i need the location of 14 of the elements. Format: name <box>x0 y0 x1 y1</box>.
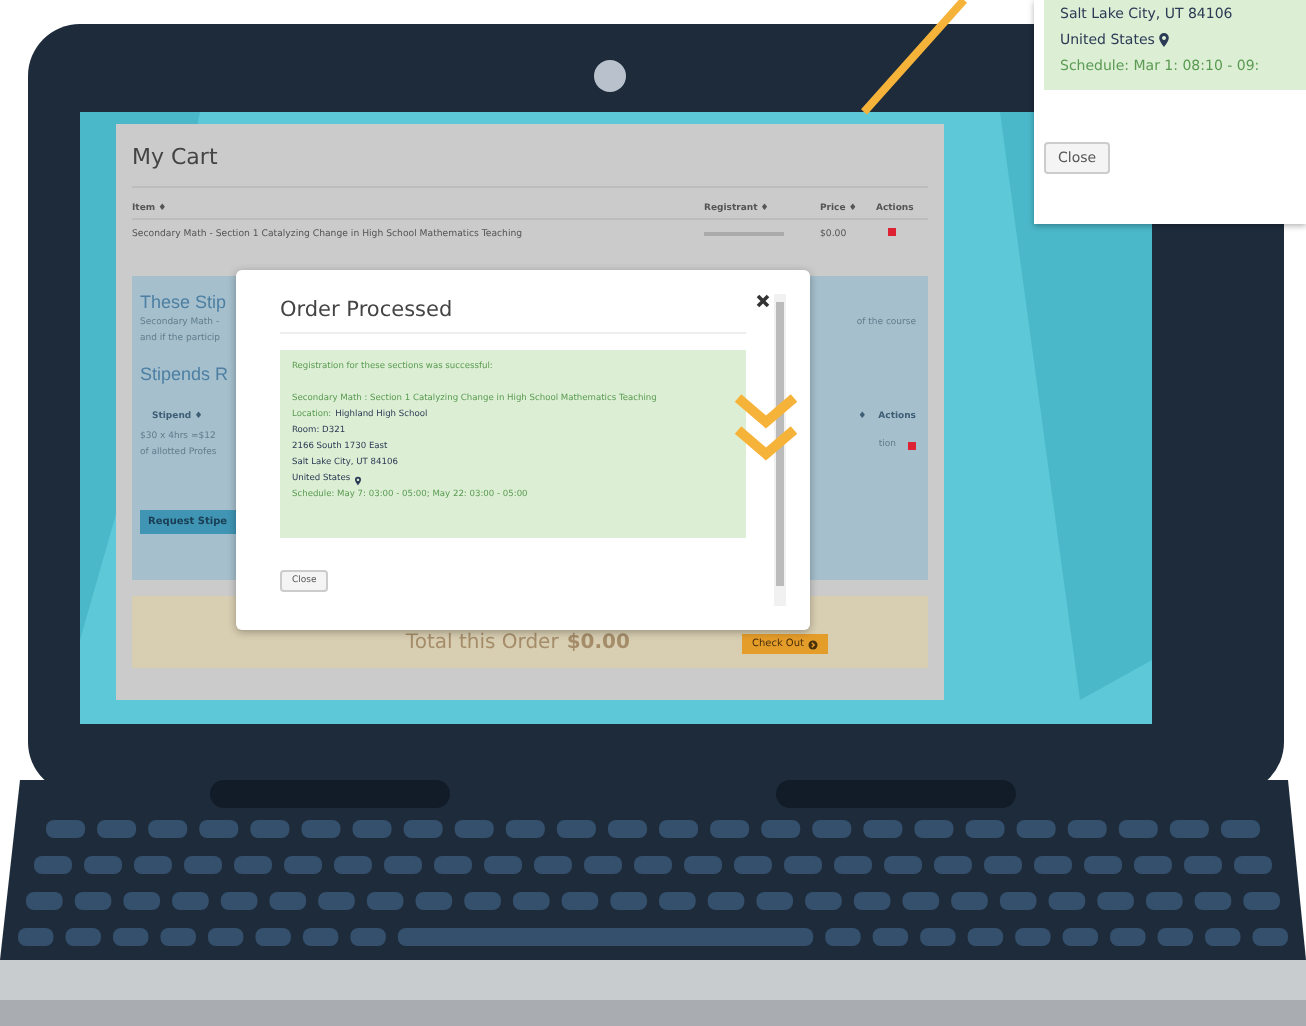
section-heading: Stipends R <box>140 364 229 384</box>
scrollbar[interactable] <box>774 294 786 606</box>
delete-icon[interactable] <box>888 228 896 236</box>
close-icon[interactable] <box>756 294 770 308</box>
panel-heading: These Stip <box>140 292 227 312</box>
total-amount: $0.00 <box>566 632 630 654</box>
total-label: Total this Order <box>405 632 559 654</box>
map-pin-icon <box>354 475 363 485</box>
page-title: My Cart <box>132 144 928 188</box>
map-pin-icon <box>1158 32 1171 48</box>
arrow-circle-icon <box>808 639 818 649</box>
dialog-title: Order Processed <box>280 298 455 322</box>
double-chevron-icon <box>732 392 800 464</box>
delete-icon[interactable] <box>908 442 916 450</box>
